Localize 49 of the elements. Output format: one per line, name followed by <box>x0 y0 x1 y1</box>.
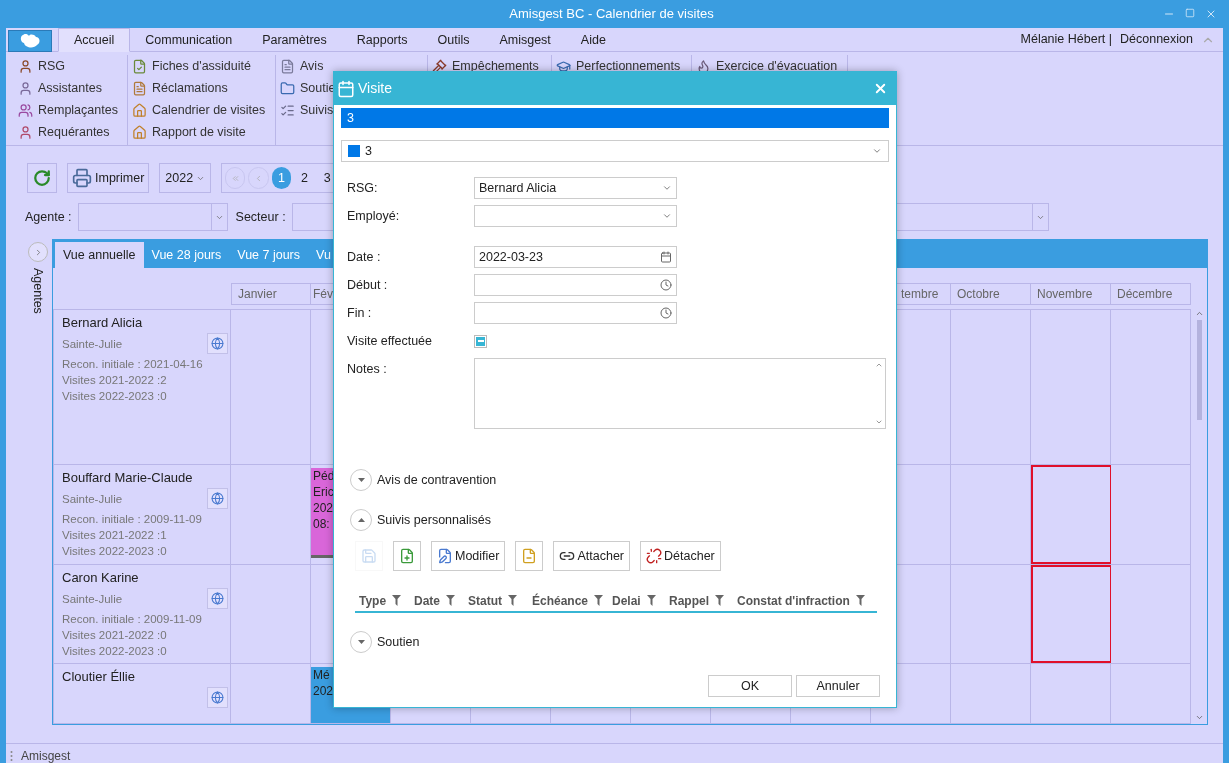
field-label: Date : <box>347 249 382 266</box>
recon-date: Recon. initiale : 2009-11-09 <box>62 612 202 627</box>
visit-number-bar: 3 <box>341 108 889 128</box>
month-header: Décembre <box>1111 283 1191 305</box>
column-header: Statut <box>468 592 502 610</box>
visit-count: Visites 2022-2023 :0 <box>62 389 167 404</box>
column-header: Delai <box>612 592 641 610</box>
event-text: 202 <box>313 683 334 699</box>
recon-date: Recon. initiale : 2009-11-09 <box>62 512 202 527</box>
column-header: Rappel <box>669 592 709 610</box>
dialog-title: Visite <box>358 79 393 98</box>
field-label: RSG: <box>347 180 379 197</box>
user-name: Mélanie Hébert | <box>1020 31 1113 49</box>
month-header: Novembre <box>1031 283 1111 305</box>
column-header: Type <box>359 592 387 610</box>
column-header: Constat d'infraction <box>737 592 850 610</box>
visit-count: Visites 2021-2022 :0 <box>62 628 167 643</box>
visit-count: Visites 2022-2023 :0 <box>62 544 167 559</box>
agent-sector: Sainte-Julie <box>62 592 123 607</box>
window-title: Amisgest BC - Calendrier de visites <box>509 5 714 24</box>
section-title: Suivis personnalisés <box>377 511 491 529</box>
agent-sector: Sainte-Julie <box>62 492 123 507</box>
agent-name: Bernard Alicia <box>62 315 143 330</box>
recon-date: Recon. initiale : 2021-04-16 <box>62 357 203 372</box>
visit-count: Visites 2022-2023 :0 <box>62 644 167 659</box>
field-label: Employé: <box>347 208 401 225</box>
panel-label: Agentes <box>30 268 47 314</box>
visit-count: Visites 2021-2022 :1 <box>62 528 167 543</box>
field-label: Visite effectuée <box>347 333 434 350</box>
status-text: Amisgest <box>21 747 71 763</box>
agent-sector: Sainte-Julie <box>62 337 123 352</box>
month-header: Octobre <box>951 283 1031 305</box>
agent-name: Caron Karine <box>62 570 139 585</box>
column-header: Date <box>414 592 440 610</box>
month-header: Janvier <box>231 283 311 305</box>
section-title: Avis de contravention <box>377 471 497 489</box>
filter-label: Agente : <box>25 208 72 226</box>
column-header: Échéance <box>532 592 589 610</box>
section-title: Soutien <box>377 633 420 651</box>
agent-name: Bouffard Marie-Claude <box>62 470 193 485</box>
event-text: 08: <box>313 516 330 532</box>
event-text: 202 <box>313 500 334 516</box>
field-label: Notes : <box>347 361 388 378</box>
field-label: Fin : <box>347 305 373 322</box>
agent-name: Cloutier Éllie <box>62 669 135 684</box>
filter-label: Secteur : <box>235 208 286 226</box>
event-text: Mé <box>313 667 330 683</box>
event-text: Eric <box>313 484 334 500</box>
visit-count: Visites 2021-2022 :2 <box>62 373 167 388</box>
